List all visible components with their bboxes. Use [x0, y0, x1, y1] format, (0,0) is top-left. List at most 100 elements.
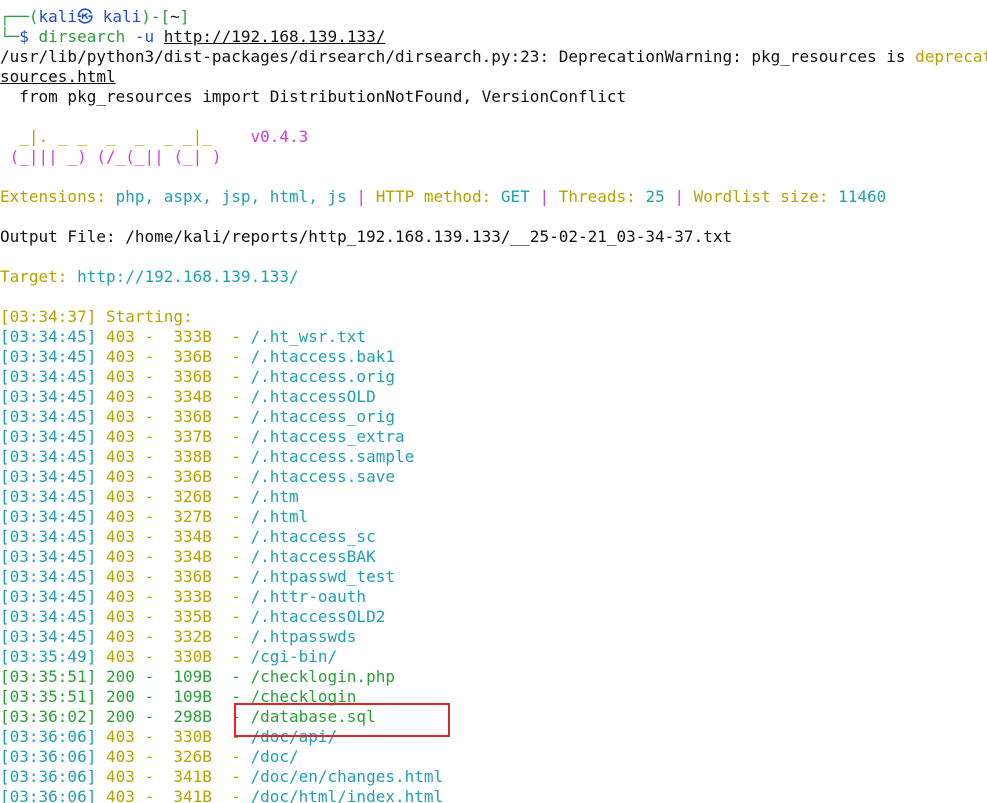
spacer: - [134, 447, 174, 466]
result-row: [03:34:45] 403 - 333B - /.httr-oauth [0, 587, 366, 607]
spacer: - [211, 787, 251, 803]
prompt-bracket-end: ] [179, 7, 190, 26]
status-code: 403 [105, 587, 135, 606]
timestamp: [03:34:45] [0, 627, 97, 646]
status-code: 200 [105, 667, 135, 686]
response-size: 336B [173, 567, 212, 586]
spacer: - [134, 547, 174, 566]
result-row: [03:36:06] 403 - 326B - /doc/ [0, 747, 299, 767]
timestamp: [03:34:45] [0, 507, 97, 526]
result-path: /.htaccess_sc [250, 527, 376, 546]
spacer: - [211, 627, 251, 646]
output-file-line: Output File: /home/kali/reports/http_192… [0, 227, 733, 246]
target-line: Target: http://192.168.139.133/ [0, 267, 299, 287]
response-size: 109B [173, 667, 212, 686]
status-code: 403 [105, 447, 135, 466]
status-code: 403 [105, 427, 135, 446]
spacer: - [134, 607, 174, 626]
separator: | [664, 187, 694, 206]
response-size: 109B [173, 687, 212, 706]
result-path: /checklogin.php [250, 667, 395, 686]
starting-label: Starting: [96, 307, 193, 326]
spacer: - [134, 487, 174, 506]
command-url-link[interactable]: http://192.168.139.133/ [164, 27, 386, 46]
spacer: - [211, 387, 251, 406]
spacer: - [211, 507, 251, 526]
timestamp: [03:34:45] [0, 607, 97, 626]
timestamp: [03:34:45] [0, 547, 97, 566]
starting-line: [03:34:37] Starting: [0, 307, 193, 327]
status-code: 403 [105, 467, 135, 486]
command-name: dirsearch [38, 27, 126, 46]
result-row: [03:35:49] 403 - 330B - /cgi-bin/ [0, 647, 337, 667]
response-size: 336B [173, 467, 212, 486]
result-path: /.ht_wsr.txt [250, 327, 367, 346]
spacer: - [211, 607, 251, 626]
result-path: /.htaccessOLD [250, 387, 376, 406]
command-flag: -u [134, 27, 155, 46]
spacer: - [134, 427, 174, 446]
spacer: - [134, 747, 174, 766]
response-size: 337B [173, 427, 212, 446]
warning-line-2: sources.html [0, 67, 116, 86]
timestamp: [03:34:45] [0, 427, 97, 446]
result-row: [03:35:51] 200 - 109B - /checklogin.php [0, 667, 395, 687]
result-path: /.htaccess_orig [250, 407, 395, 426]
spacer: - [134, 787, 174, 803]
response-size: 341B [173, 767, 212, 786]
status-code: 200 [105, 707, 135, 726]
status-code: 403 [105, 507, 135, 526]
response-size: 341B [173, 787, 212, 803]
status-code: 403 [105, 407, 135, 426]
response-size: 336B [173, 367, 212, 386]
timestamp: [03:34:45] [0, 347, 97, 366]
result-path: /.html [250, 507, 309, 526]
spacer: - [211, 767, 251, 786]
spacer: - [211, 547, 251, 566]
prompt-line-2: └─$ dirsearch -u http://192.168.139.133/ [0, 27, 385, 47]
spacer: - [134, 567, 174, 586]
status-code: 403 [105, 647, 135, 666]
spacer: - [211, 527, 251, 546]
response-size: 334B [173, 527, 212, 546]
timestamp: [03:35:51] [0, 687, 97, 706]
response-size: 336B [173, 407, 212, 426]
timestamp: [03:34:45] [0, 447, 97, 466]
result-path: /.htaccessOLD2 [250, 607, 386, 626]
banner-line-1: _|. _ _ _ _ _ _|_ v0.4.3 [0, 127, 308, 147]
result-path: /.htaccess.save [250, 467, 395, 486]
spacer: - [134, 627, 174, 646]
result-path: /doc/en/changes.html [250, 767, 444, 786]
terminal-window[interactable]: ┌──(kali㉿ kali)-[~] └─$ dirsearch -u htt… [0, 0, 987, 803]
response-size: 334B [173, 387, 212, 406]
spacer: - [211, 587, 251, 606]
spacer: - [211, 467, 251, 486]
target-url: http://192.168.139.133/ [77, 267, 299, 286]
result-row: [03:34:45] 403 - 336B - /.htaccess.save [0, 467, 395, 487]
response-size: 327B [173, 507, 212, 526]
timestamp: [03:34:45] [0, 467, 97, 486]
spacer: - [134, 647, 174, 666]
status-code: 403 [105, 527, 135, 546]
warning-text: /usr/lib/python3/dist-packages/dirsearch… [0, 47, 916, 66]
status-code: 403 [105, 347, 135, 366]
result-row: [03:34:45] 403 - 337B - /.htaccess_extra [0, 427, 405, 447]
timestamp: [03:34:37] [0, 307, 97, 326]
status-code: 200 [105, 687, 135, 706]
extensions-label: Extensions: [0, 187, 116, 206]
result-row: [03:34:45] 403 - 336B - /.htaccess.orig [0, 367, 395, 387]
spacer: - [211, 567, 251, 586]
threads-value: 25 [645, 187, 665, 206]
separator: | [346, 187, 376, 206]
wordlist-value: 11460 [838, 187, 887, 206]
